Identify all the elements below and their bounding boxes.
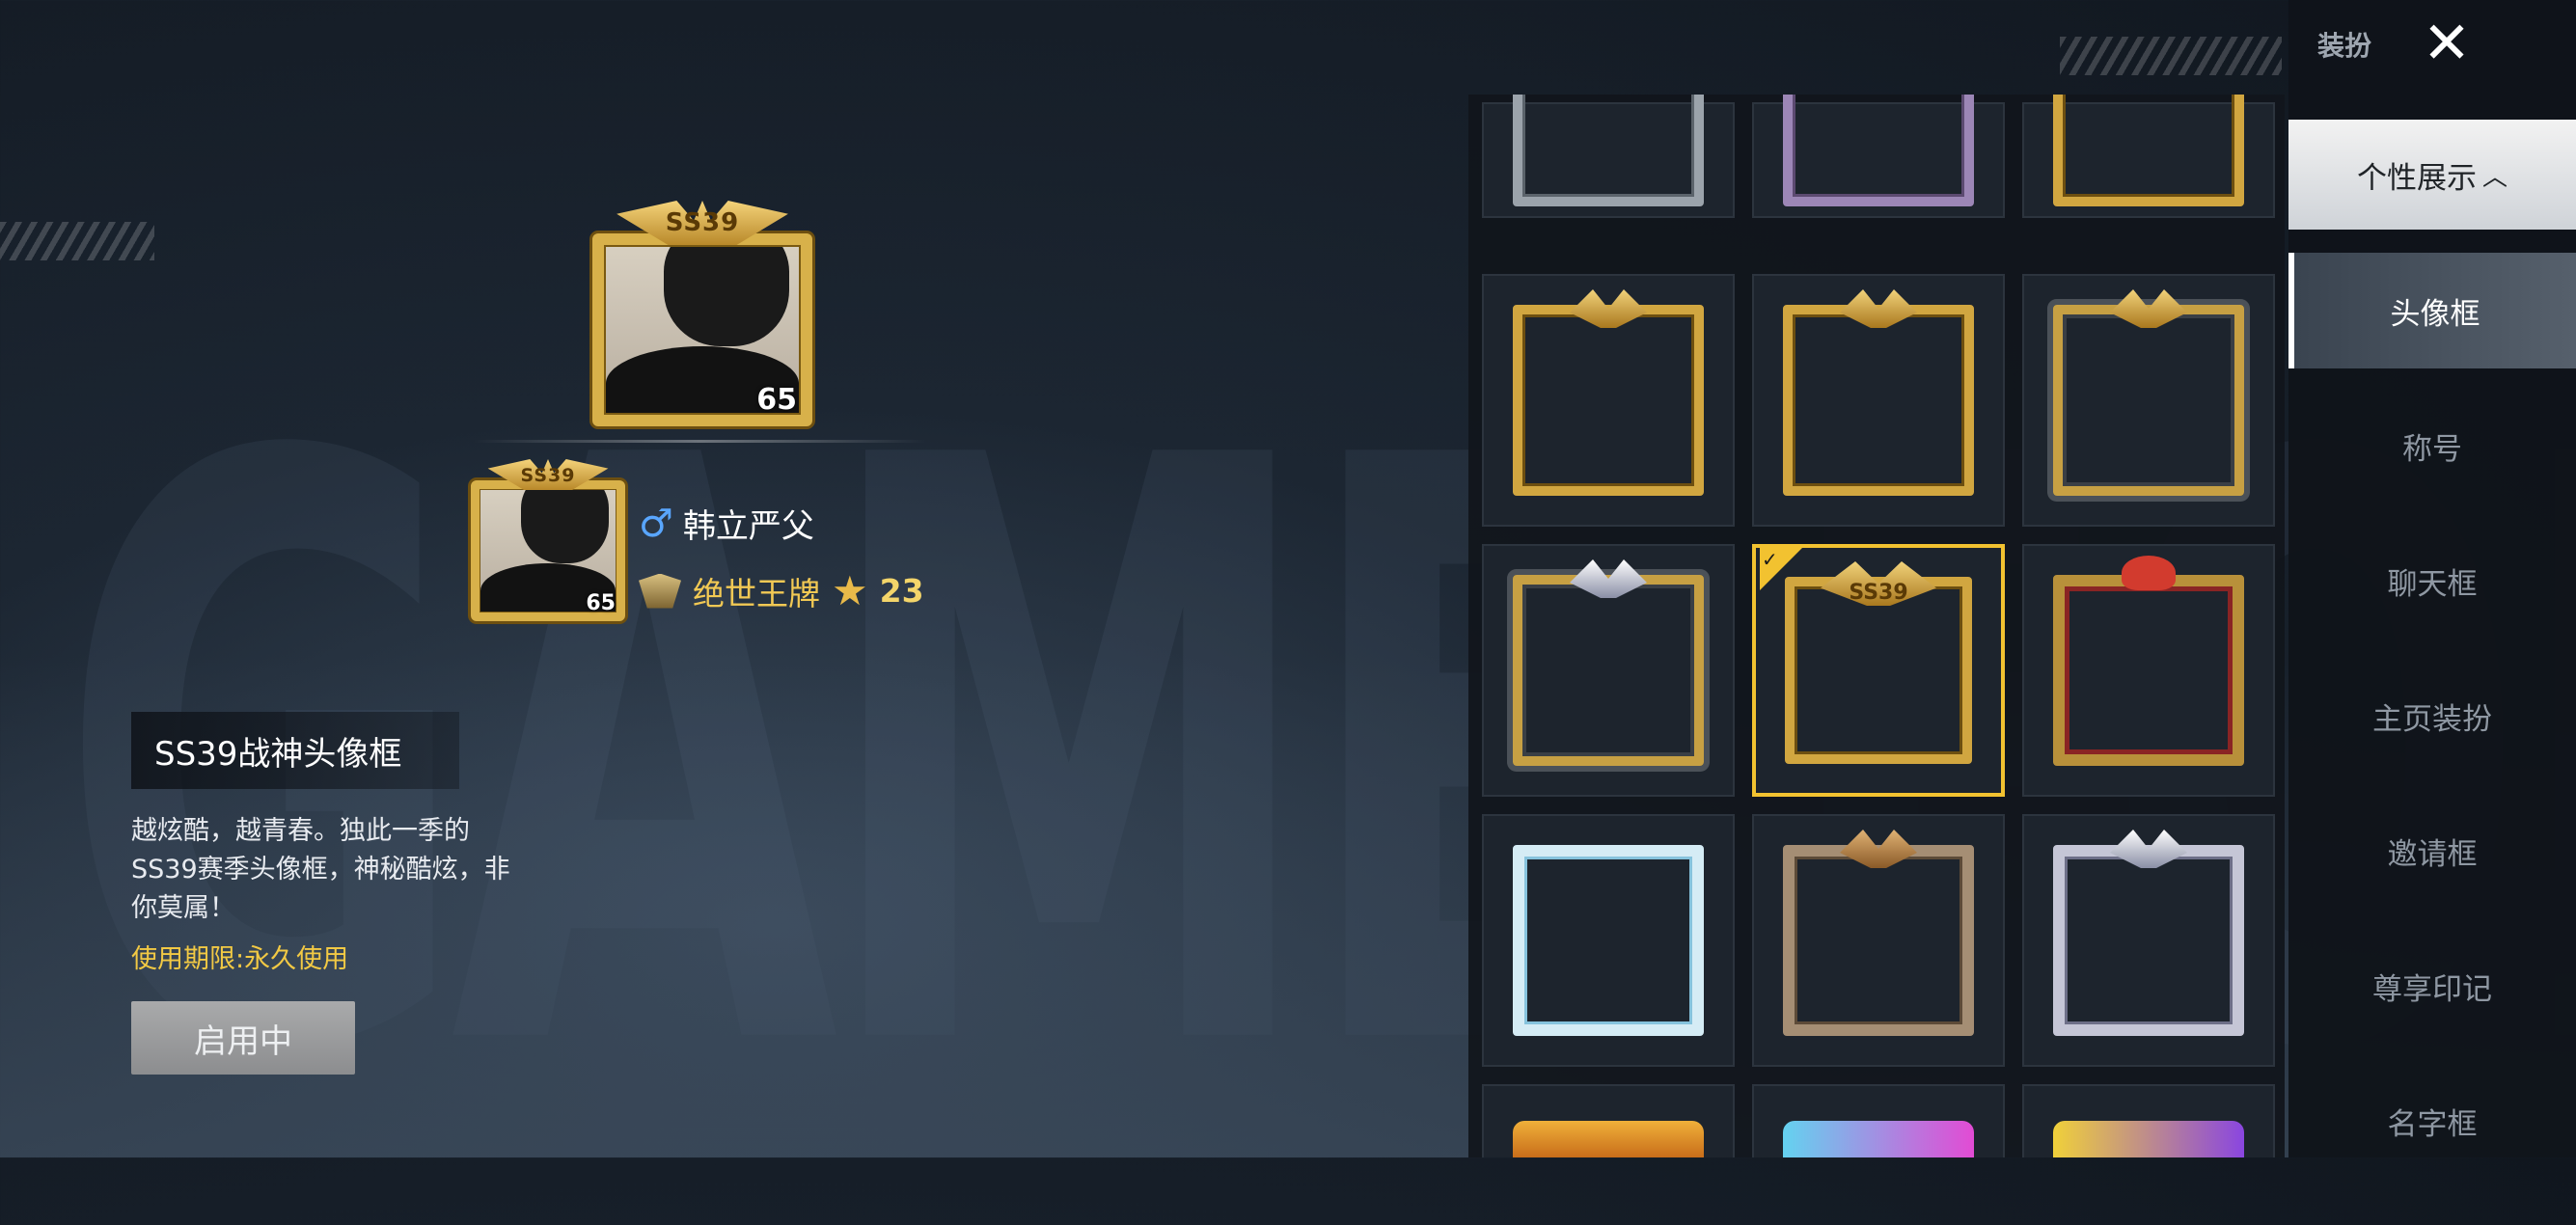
star-count: 23 (879, 572, 924, 610)
section-label: 个性展示 (2356, 160, 2477, 196)
frame-item[interactable] (1752, 1084, 2005, 1157)
rank-row: 绝世王牌 ★ 23 (639, 567, 924, 614)
frame-item-selected[interactable]: ✓ SS39 (1752, 544, 2005, 797)
chevron-up-icon: ︿ (2481, 162, 2507, 192)
frame-item[interactable] (2022, 1084, 2275, 1157)
frame-thumbnail (1513, 845, 1704, 1036)
frame-item[interactable] (1752, 274, 2005, 527)
level-number: 65 (586, 591, 616, 615)
item-title: SS39战神头像框 (131, 712, 459, 789)
sidebar-item-vip-mark[interactable]: 尊享印记 (2288, 928, 2576, 1044)
frame-thumbnail (2053, 845, 2244, 1036)
frame-grid[interactable]: ✓ SS39 (1468, 95, 2285, 1157)
check-mark: ✓ (1762, 548, 1778, 571)
frame-badge-label: SS39 (665, 208, 740, 237)
sidebar-item-name-frame[interactable]: 名字框 (2288, 1063, 2576, 1179)
frame-item[interactable] (1482, 1084, 1735, 1157)
frame-thumbnail (1783, 95, 1974, 206)
sidebar-title: 装扮 (2317, 30, 2372, 62)
frame-item[interactable] (2022, 95, 2275, 218)
use-button[interactable]: 启用中 (131, 1001, 355, 1075)
sidebar-item-title[interactable]: 称号 (2288, 388, 2576, 504)
frame-badge-label: SS39 (1849, 581, 1908, 605)
frame-item[interactable] (1482, 95, 1735, 218)
rank-name: 绝世王牌 (693, 574, 820, 612)
frame-thumbnail (1513, 575, 1704, 766)
frame-item[interactable] (1482, 814, 1735, 1067)
frame-thumbnail (1783, 305, 1974, 496)
frame-item[interactable] (2022, 814, 2275, 1067)
small-avatar-frame: SS39 65 (471, 459, 625, 621)
player-name: 韩立严父 (682, 507, 814, 546)
frame-item[interactable] (1482, 544, 1735, 797)
frame-thumbnail (1783, 1121, 1974, 1157)
frame-thumbnail (2053, 1121, 2244, 1157)
level-number: 65 (756, 383, 797, 417)
frame-item[interactable] (1752, 814, 2005, 1067)
frame-thumbnail (1513, 95, 1704, 206)
sidebar-item-home-decor[interactable]: 主页装扮 (2288, 658, 2576, 774)
rank-icon (639, 573, 681, 609)
frame-thumbnail (2053, 95, 2244, 206)
close-icon[interactable]: ✕ (2408, 10, 2485, 77)
decor-stripes (0, 222, 154, 260)
frame-thumbnail (1513, 1121, 1704, 1157)
sidebar-item-chat-frame[interactable]: 聊天框 (2288, 523, 2576, 639)
sidebar-item-avatar-frame[interactable]: 头像框 (2288, 253, 2576, 368)
frame-badge-label: SS39 (520, 465, 576, 486)
divider (473, 440, 926, 443)
male-icon: ♂ (639, 501, 673, 546)
category-sidebar: 装扮 ✕ 个性展示 ︿ 头像框 称号 聊天框 主页装扮 邀请框 尊享印记 名字框 (2288, 0, 2576, 1157)
large-avatar-frame: SS39 65 (592, 201, 812, 426)
star-icon: ★ (832, 567, 868, 614)
frame-item[interactable] (2022, 544, 2275, 797)
decor-stripes (2060, 37, 2282, 75)
section-header-personal[interactable]: 个性展示 ︿ (2288, 120, 2576, 230)
frame-item[interactable] (1752, 95, 2005, 218)
frame-item[interactable] (2022, 274, 2275, 527)
item-description: 越炫酷，越青春。独此一季的SS39赛季头像框，神秘酷炫，非你莫属！ (131, 816, 510, 923)
bell-ornament (2122, 556, 2176, 590)
frame-thumbnail (1783, 845, 1974, 1036)
sidebar-item-invite-frame[interactable]: 邀请框 (2288, 793, 2576, 909)
frame-thumbnail (1513, 305, 1704, 496)
frame-item[interactable] (1482, 274, 1735, 527)
player-name-row: ♂ 韩立严父 (639, 500, 814, 547)
frame-thumbnail (2053, 575, 2244, 766)
frame-thumbnail (2053, 305, 2244, 496)
item-expire: 使用期限:永久使用 (131, 944, 349, 974)
